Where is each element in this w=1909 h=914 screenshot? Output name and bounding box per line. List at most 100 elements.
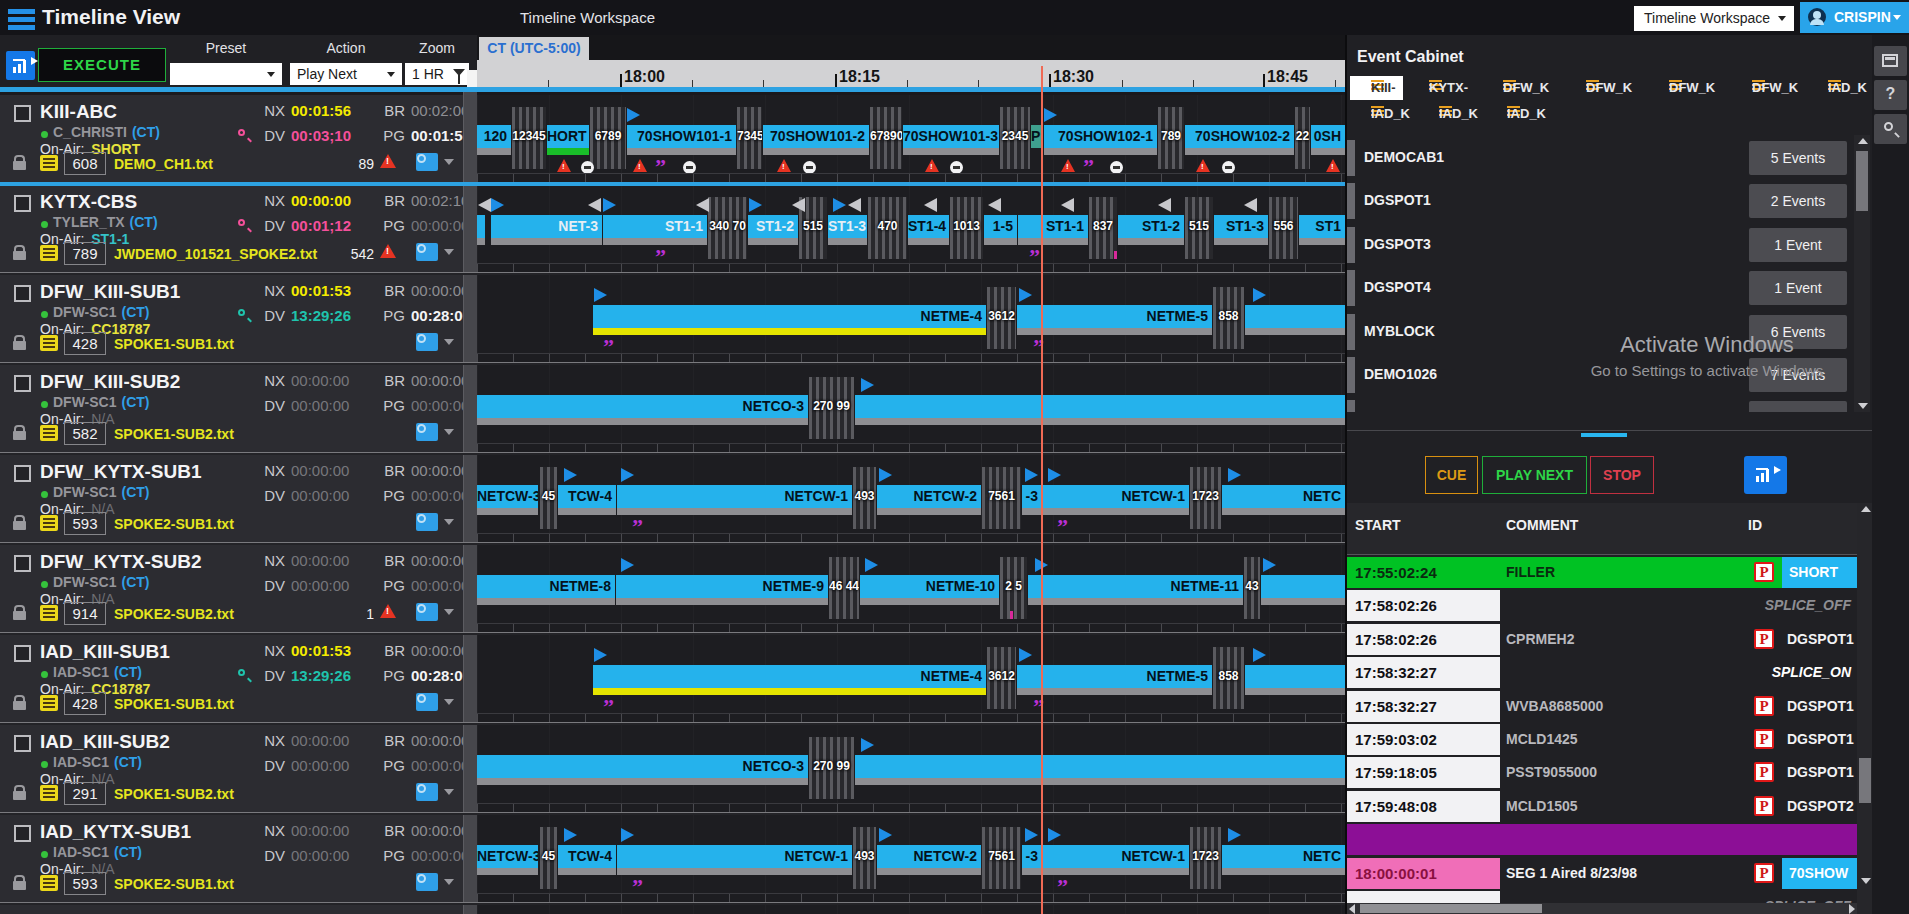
clip-caret-icon[interactable] bbox=[444, 339, 454, 345]
timeline-short-events[interactable]: 270 99 bbox=[809, 377, 854, 439]
cabinet-item[interactable]: DGSPOT12 Events bbox=[1347, 181, 1854, 221]
clip-icon[interactable] bbox=[416, 513, 438, 531]
clip-caret-icon[interactable] bbox=[444, 699, 454, 705]
event-row[interactable]: 17:58:02:26CPRMEH2PDGSPOT1 bbox=[1347, 624, 1857, 655]
timeline-event[interactable]: NETME-11 bbox=[1028, 575, 1243, 598]
timeline-event[interactable]: NETCW-2 bbox=[877, 485, 981, 508]
channel-row[interactable]: IAD_KYTX-SUB2 bbox=[0, 905, 463, 914]
clip-icon[interactable] bbox=[416, 243, 438, 261]
timeline-event[interactable]: TCW-4 bbox=[558, 485, 616, 508]
clip-icon[interactable] bbox=[416, 603, 438, 621]
timeline-event[interactable]: NETCW-1 bbox=[1043, 845, 1189, 868]
action-select[interactable]: Play Next bbox=[290, 63, 402, 85]
timeline-short-events[interactable]: 858 bbox=[1213, 647, 1244, 709]
timeline-event[interactable]: NETCW-1 bbox=[617, 845, 852, 868]
timeline-short-events[interactable]: 22 bbox=[1295, 107, 1310, 169]
timeline-event[interactable]: 70SHOW102-2 bbox=[1185, 125, 1294, 148]
timeline-event[interactable]: NETME-5 bbox=[1017, 665, 1212, 688]
timeline-row[interactable]: NETCO-3270 99 bbox=[477, 365, 1345, 452]
timeline-short-events[interactable]: 46 44 bbox=[829, 557, 859, 619]
timeline-event[interactable]: NETCW-3 bbox=[477, 845, 538, 868]
channel-row[interactable]: KIII-ABCC_CHRISTI(CT)On-Air: SHORT608DEM… bbox=[0, 95, 463, 182]
channel-row[interactable]: KYTX-CBSTYLER_TX(CT)On-Air: ST1-1789JWDE… bbox=[0, 185, 463, 272]
event-row[interactable]: 18:00:00:01SEG 1 Aired 8/23/98P70SHOW bbox=[1347, 858, 1857, 889]
event-row[interactable]: 17:58:32:27SPLICE_ON bbox=[1347, 657, 1857, 688]
timeline-short-events[interactable]: 43 bbox=[1244, 557, 1260, 619]
cabinet-tab[interactable]: DFW_K bbox=[1648, 76, 1706, 100]
cabinet-item[interactable] bbox=[1347, 398, 1854, 412]
channel-row[interactable]: IAD_KIII-SUB1IAD-SC1(CT)On-Air: CC187874… bbox=[0, 635, 463, 722]
timeline-row[interactable]: NETCW-345TCW-4NETCW-1493NETCW-27561-3NET… bbox=[477, 455, 1345, 542]
timeline-ruler[interactable]: 18:0018:1518:3018:45 bbox=[477, 60, 1345, 88]
timeline-short-events[interactable]: 45 bbox=[540, 827, 557, 889]
timeline-icon-button[interactable] bbox=[6, 51, 35, 80]
timeline-event[interactable]: NETME-5 bbox=[1017, 305, 1212, 328]
timeline-short-events[interactable]: 837 bbox=[1089, 197, 1117, 259]
timeline-short-events[interactable]: 2345 bbox=[1000, 107, 1030, 169]
channel-checkbox[interactable] bbox=[14, 465, 31, 482]
timeline-event[interactable]: 70SHOW101-2 bbox=[763, 125, 869, 148]
clip-caret-icon[interactable] bbox=[444, 159, 454, 165]
timeline-event[interactable] bbox=[1245, 305, 1345, 328]
timeline-event[interactable]: 70SHOW101-3 bbox=[903, 125, 999, 148]
timeline-event[interactable]: HORT bbox=[547, 125, 589, 148]
timeline-event[interactable] bbox=[855, 755, 1345, 778]
cabinet-item[interactable]: DEMOCAB15 Events bbox=[1347, 138, 1854, 178]
timeline-row[interactable]: 12012345HORT678970SHOW101-1734570SHOW101… bbox=[477, 95, 1345, 182]
timeline-event[interactable]: ST1-1 bbox=[1018, 215, 1088, 238]
stop-button[interactable]: STOP bbox=[1590, 456, 1654, 494]
timeline-event[interactable]: NETCW-1 bbox=[1043, 485, 1189, 508]
cabinet-tab[interactable]: IAD_K bbox=[1807, 76, 1865, 100]
preset-select[interactable] bbox=[170, 63, 282, 85]
timeline-event[interactable]: ST1-4 bbox=[908, 215, 949, 238]
cabinet-tab[interactable]: DFW_K bbox=[1482, 76, 1540, 100]
channel-checkbox[interactable] bbox=[14, 645, 31, 662]
clip-icon[interactable] bbox=[416, 783, 438, 801]
timeline-event[interactable]: ST1-3 bbox=[828, 215, 867, 238]
timeline-event[interactable]: ST1 bbox=[1299, 215, 1345, 238]
channel-row[interactable]: DFW_KYTX-SUB2DFW-SC1(CT)On-Air: N/A914SP… bbox=[0, 545, 463, 632]
drag-handle[interactable] bbox=[1347, 357, 1355, 393]
menu-icon[interactable] bbox=[8, 9, 35, 31]
event-table-hscrollbar[interactable] bbox=[1347, 903, 1857, 914]
timeline-short-events[interactable]: 493 bbox=[853, 467, 876, 529]
user-menu-button[interactable]: CRISPIN bbox=[1800, 2, 1909, 33]
timeline-row[interactable]: NETME-43612NETME-5858”” bbox=[477, 635, 1345, 722]
channel-checkbox[interactable] bbox=[14, 825, 31, 842]
cue-button[interactable]: CUE bbox=[1425, 456, 1478, 494]
channel-checkbox[interactable] bbox=[14, 195, 31, 212]
timeline-row[interactable]: NETME-8NETME-946 44NETME-102 5NETME-1143 bbox=[477, 545, 1345, 632]
timeline-short-events[interactable]: 45 bbox=[540, 467, 557, 529]
timeline-event[interactable]: NETCW-3 bbox=[477, 485, 538, 508]
timeline-short-events[interactable]: 7345 bbox=[737, 107, 762, 169]
drag-handle[interactable] bbox=[1347, 227, 1355, 263]
channel-checkbox[interactable] bbox=[14, 555, 31, 572]
clip-icon[interactable] bbox=[416, 153, 438, 171]
clip-icon[interactable] bbox=[416, 333, 438, 351]
timeline-event[interactable]: 0SH bbox=[1311, 125, 1345, 148]
clip-icon[interactable] bbox=[416, 423, 438, 441]
event-count-badge[interactable]: 5 Events bbox=[1749, 141, 1847, 175]
cabinet-tab[interactable]: IAD_K bbox=[1418, 102, 1476, 126]
timeline-short-events[interactable]: 6789 bbox=[590, 107, 626, 169]
channel-checkbox[interactable] bbox=[14, 105, 31, 122]
timeline-event[interactable]: -3 bbox=[1022, 845, 1042, 868]
clip-icon[interactable] bbox=[416, 873, 438, 891]
cabinet-tab[interactable]: IAD_K bbox=[1486, 102, 1544, 126]
clip-caret-icon[interactable] bbox=[444, 879, 454, 885]
timezone-tab[interactable]: CT (UTC-5:00) bbox=[479, 37, 589, 60]
search-button[interactable] bbox=[1874, 114, 1907, 144]
timeline-short-events[interactable]: 858 bbox=[1213, 287, 1244, 349]
timeline-event[interactable]: ST1-3 bbox=[1214, 215, 1268, 238]
clip-caret-icon[interactable] bbox=[444, 519, 454, 525]
execute-button[interactable]: EXECUTE bbox=[38, 48, 166, 82]
cabinet-tab[interactable]: DFW_K bbox=[1565, 76, 1623, 100]
timeline-event[interactable]: NETME-9 bbox=[616, 575, 828, 598]
timeline-short-events[interactable]: 2 5 bbox=[1000, 557, 1027, 619]
timeline-short-events[interactable]: 1013 bbox=[950, 197, 983, 259]
event-row[interactable]: 17:58:32:27WVBA8685000PDGSPOT1 bbox=[1347, 691, 1857, 722]
timeline-row[interactable]: NET-3ST1-1340 70ST1-2515ST1-3470ST1-4101… bbox=[477, 185, 1345, 272]
channel-checkbox[interactable] bbox=[14, 375, 31, 392]
timeline-event[interactable]: NETME-8 bbox=[477, 575, 615, 598]
event-row[interactable]: 17:59:48:08MCLD1505PDGSPOT2 bbox=[1347, 791, 1857, 822]
